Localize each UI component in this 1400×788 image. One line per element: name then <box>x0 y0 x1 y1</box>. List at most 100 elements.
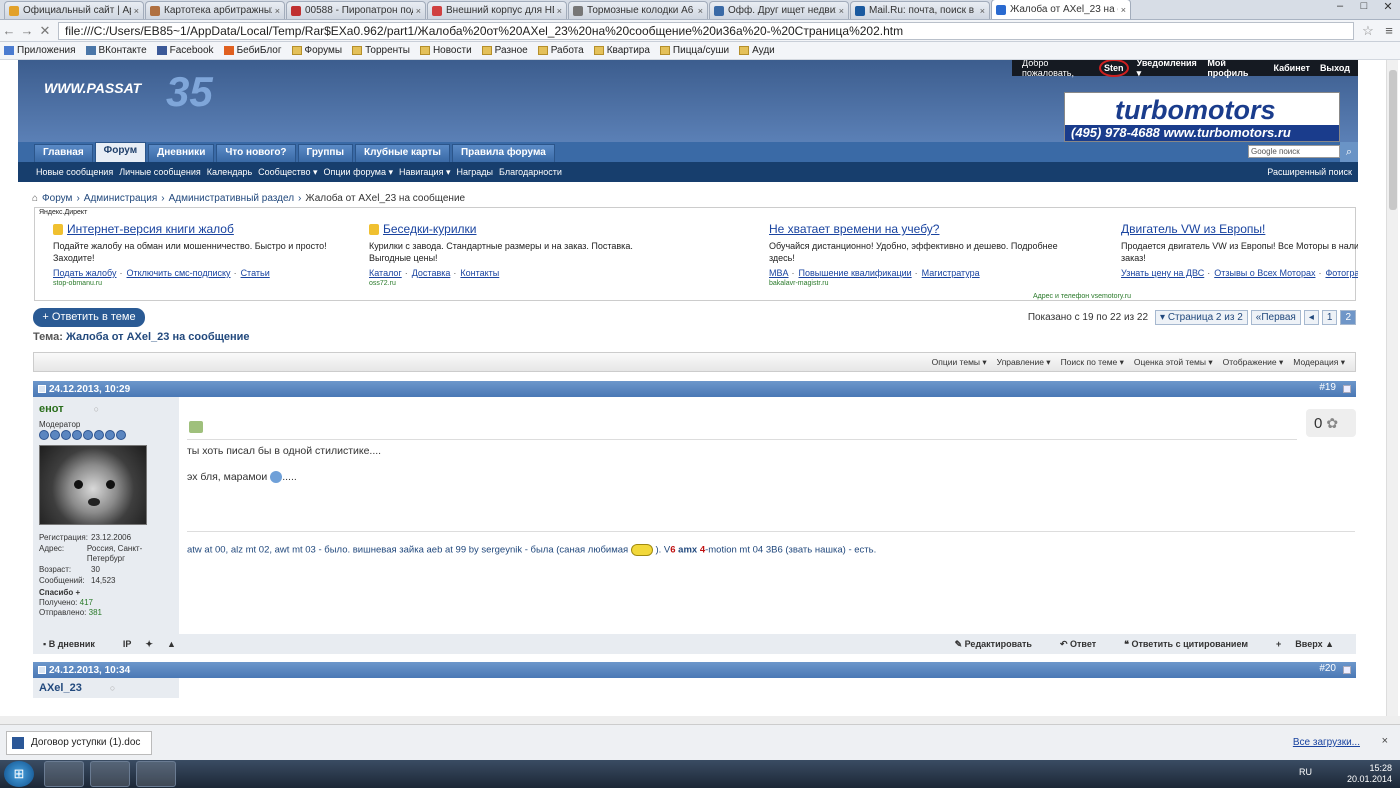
profile-link[interactable]: Мой профиль <box>1207 60 1263 78</box>
thread-tool-menu[interactable]: Отображение ▾ <box>1223 357 1284 368</box>
tab-close-icon[interactable]: × <box>557 6 562 16</box>
breadcrumb-item[interactable]: Форум <box>42 193 72 204</box>
vertical-scrollbar[interactable] <box>1386 60 1398 716</box>
bookmark-item[interactable]: Работа <box>537 45 584 56</box>
thread-tool-menu[interactable]: Оценка этой темы ▾ <box>1134 357 1213 368</box>
nav-tab[interactable]: Форум <box>94 142 147 162</box>
report-icon[interactable]: ▲ <box>167 639 176 649</box>
bookmark-item[interactable]: Пицца/суши <box>659 45 729 56</box>
quote-reply-button[interactable]: ❝ Ответить с цитированием <box>1124 639 1262 650</box>
subnav-link[interactable]: Награды <box>456 167 493 177</box>
ad-title-text[interactable]: Двигатель VW из Европы! <box>1121 222 1265 236</box>
browser-tab[interactable]: Офф. Друг ищет недвиж × <box>709 1 849 19</box>
like-counter[interactable]: 0 ✿ <box>1306 409 1356 437</box>
cabinet-link[interactable]: Кабинет <box>1274 63 1310 73</box>
received-count[interactable]: 417 <box>80 598 93 607</box>
to-top-button[interactable]: Вверх ▲ <box>1295 639 1334 650</box>
home-icon[interactable]: ⌂ <box>32 193 38 204</box>
nav-tab[interactable]: Правила форума <box>451 144 555 162</box>
bookmark-item[interactable]: Квартира <box>593 45 650 56</box>
language-indicator[interactable]: RU <box>1299 767 1312 777</box>
ad-link[interactable]: Повышение квалификации <box>799 268 912 278</box>
logout-link[interactable]: Выход <box>1320 63 1350 73</box>
thread-tool-menu[interactable]: Модерация ▾ <box>1293 357 1345 368</box>
ad-link[interactable]: Фотографии двигателей <box>1325 268 1358 278</box>
reply-in-thread-button[interactable]: + Ответить в теме <box>33 308 145 327</box>
bookmark-item[interactable]: Разное <box>481 45 528 56</box>
menu-icon[interactable]: ≡ <box>1378 23 1400 38</box>
subnav-link[interactable]: Благодарности <box>499 167 562 177</box>
bookmark-item[interactable]: Торренты <box>352 45 410 56</box>
ad-link[interactable]: MBA <box>769 268 789 278</box>
breadcrumb-item[interactable]: Административный раздел <box>169 193 294 204</box>
bookmark-item[interactable]: БебиБлог <box>223 45 282 56</box>
ad-title[interactable]: Интернет-версия книги жалоб <box>53 222 353 236</box>
ad-url[interactable]: stop-obmanu.ru <box>53 280 353 287</box>
nav-tab[interactable]: Что нового? <box>216 144 296 162</box>
ad-title-text[interactable]: Не хватает времени на учебу? <box>769 222 939 236</box>
browser-tab[interactable]: Внешний корпус для HD × <box>427 1 567 19</box>
thread-title-text[interactable]: Жалоба от AXel_23 на сообщение <box>66 331 250 343</box>
subnav-link[interactable]: Календарь <box>207 167 252 177</box>
ad-url[interactable]: oss72.ru <box>369 280 669 287</box>
bookmark-item[interactable]: ВКонтакте <box>85 45 147 56</box>
reputation-icon[interactable]: ✦ <box>145 639 153 650</box>
thread-tool-menu[interactable]: Управление ▾ <box>997 357 1051 368</box>
bookmark-item[interactable]: Новости <box>419 45 472 56</box>
ad-link[interactable]: Узнать цену на ДВС <box>1121 268 1204 278</box>
ad-title[interactable]: Не хватает времени на учебу? <box>769 222 1069 236</box>
ad-link[interactable]: Магистратура <box>922 268 980 278</box>
username-text[interactable]: AXel_23 <box>39 682 82 694</box>
edit-button[interactable]: ✎ Редактировать <box>955 639 1046 650</box>
diary-button[interactable]: ▪ В дневник <box>43 639 109 649</box>
reply-button[interactable]: ↶ Ответ <box>1060 639 1110 650</box>
notifications-link[interactable]: Уведомления ▾ <box>1137 60 1198 79</box>
search-icon[interactable]: ⌕ <box>1340 142 1358 162</box>
site-logo[interactable]: WWW.PASSAT 35 <box>22 66 252 136</box>
horizontal-scrollbar[interactable] <box>0 716 1400 724</box>
ad-link[interactable]: Отзывы о Всех Моторах <box>1214 268 1315 278</box>
username-link[interactable]: Sten <box>1099 60 1129 77</box>
post-select-checkbox[interactable] <box>1343 385 1351 393</box>
all-downloads-link[interactable]: Все загрузки... <box>1293 737 1360 748</box>
nav-tab[interactable]: Группы <box>297 144 353 162</box>
bookmark-star-icon[interactable]: ☆ <box>1358 23 1378 39</box>
tab-close-icon[interactable]: × <box>980 6 985 16</box>
close-icon[interactable]: ✕ <box>1376 0 1400 16</box>
forward-icon[interactable]: → <box>18 23 36 38</box>
download-item[interactable]: Договор уступки (1).doc <box>6 731 152 755</box>
ad-title[interactable]: Двигатель VW из Европы! <box>1121 222 1358 236</box>
page-2-button[interactable]: 2 <box>1340 310 1356 325</box>
explorer-taskbar-icon[interactable] <box>90 761 130 787</box>
ad-link[interactable]: Каталог <box>369 268 402 278</box>
ad-title-text[interactable]: Беседки-курилки <box>383 222 477 236</box>
subnav-link[interactable]: Опции форума ▾ <box>323 167 393 178</box>
thread-tool-menu[interactable]: Поиск по теме ▾ <box>1061 357 1124 368</box>
tab-close-icon[interactable]: × <box>416 6 421 16</box>
ad-link[interactable]: Контакты <box>460 268 499 278</box>
stop-icon[interactable]: ✕ <box>36 23 54 39</box>
ad-link[interactable]: Отключить смс-подписку <box>127 268 231 278</box>
start-button[interactable]: ⊞ <box>4 761 34 787</box>
ip-icon[interactable]: IP <box>123 639 132 649</box>
sent-count[interactable]: 381 <box>89 608 102 617</box>
maximize-icon[interactable]: □ <box>1352 0 1376 16</box>
thread-tool-menu[interactable]: Опции темы ▾ <box>932 357 987 368</box>
bookmark-item[interactable]: Ауди <box>739 45 775 56</box>
post-username[interactable]: AXel_23 ○ <box>33 678 179 698</box>
post-select-checkbox[interactable] <box>1343 666 1351 674</box>
ad-title-text[interactable]: Интернет-версия книги жалоб <box>67 222 234 236</box>
winrar-taskbar-icon[interactable] <box>136 761 176 787</box>
close-download-bar-icon[interactable]: × <box>1382 735 1388 747</box>
browser-tab[interactable]: Картотека арбитражных × <box>145 1 285 19</box>
page-of-dropdown[interactable]: ▾ Страница 2 из 2 <box>1155 310 1248 325</box>
browser-tab[interactable]: Официальный сайт | Ар × <box>4 1 144 19</box>
url-field[interactable]: file:///C:/Users/EB85~1/AppData/Local/Te… <box>58 21 1354 40</box>
ad-title[interactable]: Беседки-курилки <box>369 222 669 236</box>
bookmark-item[interactable]: Форумы <box>291 45 342 56</box>
ad-link[interactable]: Статьи <box>241 268 270 278</box>
scroll-thumb[interactable] <box>1389 70 1397 210</box>
browser-tab[interactable]: Mail.Ru: почта, поиск в и × <box>850 1 990 19</box>
back-icon[interactable]: ← <box>0 23 18 38</box>
browser-tab[interactable]: Жалоба от AXel_23 на со × <box>991 0 1131 19</box>
